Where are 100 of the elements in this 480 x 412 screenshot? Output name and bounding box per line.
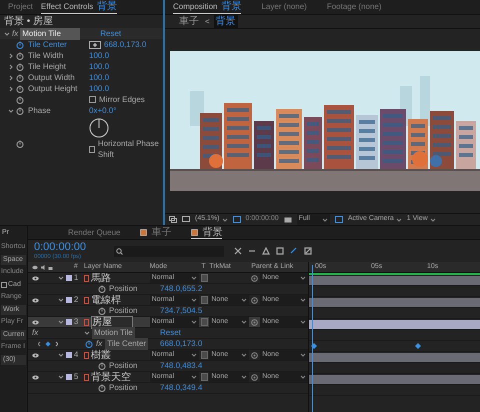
breadcrumb-item[interactable]: 背景 — [214, 14, 238, 29]
pick-whip-icon — [251, 296, 258, 304]
pick-whip-icon — [251, 318, 258, 326]
eye-icon — [32, 352, 39, 358]
reset-link[interactable]: Reset — [100, 28, 122, 40]
label-color-swatch[interactable] — [66, 319, 72, 325]
checkbox[interactable] — [89, 146, 95, 152]
pick-whip-icon — [251, 352, 258, 358]
composition-icon — [191, 228, 198, 236]
param-value[interactable]: 100.0 — [89, 61, 110, 72]
current-time[interactable]: 0:00:00:00 — [34, 240, 104, 252]
layer-icon — [84, 274, 89, 282]
caret-icon — [300, 353, 306, 357]
layer-path: 背景 • 房屋 — [3, 15, 54, 28]
caret-icon — [241, 320, 248, 324]
search-icon — [116, 248, 123, 254]
pick-whip-icon — [251, 274, 258, 282]
layer-icon — [84, 318, 89, 326]
layers-icon — [169, 216, 177, 223]
track-matte-toggle[interactable] — [201, 296, 208, 304]
effect-name: Motion Tile — [20, 28, 80, 40]
panel-tab[interactable]: Render Queue — [68, 226, 120, 239]
layer-name[interactable]: 房屋 — [90, 316, 133, 328]
fx-label: fx — [96, 338, 102, 350]
property-value[interactable]: 668.0,173.0 — [160, 338, 202, 350]
layer-name[interactable]: 電線桿 — [90, 294, 121, 306]
param-value[interactable]: 668.0,173.0 — [104, 39, 146, 50]
caret-icon — [241, 298, 248, 302]
checkbox[interactable] — [89, 96, 96, 103]
property-value[interactable]: 734.7,504.5 — [160, 305, 202, 317]
keyframe-icon[interactable] — [415, 343, 421, 349]
caret-icon — [241, 375, 248, 379]
caret-icon — [241, 353, 248, 357]
layer-number: 2 — [74, 294, 80, 306]
property-name: Position — [109, 360, 138, 372]
reset-link[interactable]: Reset — [160, 327, 181, 339]
track-matte-toggle[interactable] — [201, 351, 208, 359]
param-label: Output Width — [28, 72, 75, 83]
track-matte-toggle[interactable] — [201, 274, 208, 282]
caret-icon — [300, 298, 306, 302]
label-color-swatch[interactable] — [66, 297, 72, 303]
caret-icon — [191, 353, 198, 357]
param-label: Tile Width — [28, 50, 64, 61]
param-value[interactable]: 100.0 — [89, 83, 110, 94]
caret-icon — [322, 218, 328, 222]
chevron-down-icon — [4, 30, 10, 36]
param-label: Tile Center — [28, 39, 67, 50]
effect-name: Motion Tile — [92, 327, 135, 339]
chevron-down-icon — [58, 297, 64, 303]
property-value[interactable]: 748.0,655.2 — [160, 283, 202, 295]
property-name: Tile Center — [105, 338, 148, 350]
breadcrumb-item[interactable]: 車子 — [177, 14, 201, 29]
property-value[interactable]: 748.0,483.4 — [160, 360, 202, 372]
composition-icon — [140, 229, 148, 236]
panel-tab[interactable]: Footage (none) — [326, 0, 382, 14]
layer-number: 5 — [74, 371, 80, 383]
checkbox[interactable] — [1, 282, 7, 288]
fx-label: fx — [31, 327, 40, 339]
layer-name[interactable]: 馬路 — [90, 272, 111, 284]
pick-whip-icon — [251, 374, 258, 380]
checkbox-label: Horizontal Phase Shift — [98, 138, 159, 160]
panel-tab[interactable]: Layer (none) — [261, 0, 307, 14]
track-matte-toggle[interactable] — [201, 373, 208, 381]
monitor-icon — [182, 216, 190, 223]
caret-icon — [222, 218, 228, 222]
search-field[interactable] — [114, 246, 224, 256]
panel-tab[interactable]: Project — [8, 0, 33, 14]
caret-icon — [300, 320, 306, 324]
property-name: Position — [109, 283, 138, 294]
layer-name[interactable]: 背景天空 — [90, 372, 131, 382]
track-matte-toggle[interactable] — [201, 318, 208, 326]
eye-icon — [32, 320, 39, 324]
property-name: Position — [109, 382, 138, 394]
panel-tab[interactable]: Effect Controls 背景 — [40, 0, 118, 14]
property-name: Position — [109, 305, 138, 317]
property-value[interactable]: 748.0,349.4 — [160, 382, 202, 394]
panel-tab[interactable]: 背景 — [191, 226, 222, 239]
layer-number: 4 — [74, 349, 80, 361]
caret-icon — [430, 218, 436, 222]
label-color-swatch[interactable] — [66, 275, 72, 281]
checkbox-label: Mirror Edges — [99, 94, 145, 105]
eye-icon — [32, 374, 39, 380]
chevron-down-icon — [84, 330, 90, 336]
layer-name[interactable]: 樹叢 — [90, 350, 111, 360]
caret-icon — [300, 375, 306, 379]
chevron-down-icon — [58, 352, 64, 358]
param-value[interactable]: 100.0 — [89, 50, 110, 61]
param-value[interactable]: 100.0 — [89, 72, 110, 83]
chevron-down-icon — [58, 275, 64, 281]
panel-tab[interactable]: 車子 — [140, 226, 172, 239]
param-value[interactable]: 0x+0.0° — [89, 105, 116, 116]
param-label: Tile Height — [28, 61, 66, 72]
caret-icon — [396, 218, 402, 222]
crosshair-icon — [89, 40, 101, 48]
angle-dial-icon[interactable] — [89, 118, 109, 138]
breadcrumb-separator: < — [205, 16, 210, 28]
fx-label: fx — [12, 28, 18, 40]
layer-number: 3 — [74, 316, 80, 328]
label-color-swatch[interactable] — [66, 374, 72, 380]
label-color-swatch[interactable] — [66, 352, 72, 358]
